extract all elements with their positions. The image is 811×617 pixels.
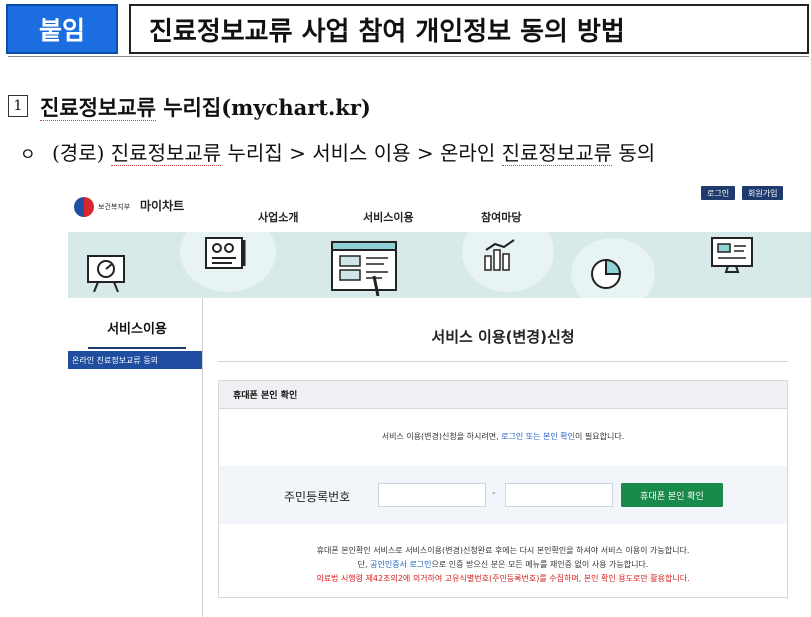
foot2-cert-login-link[interactable]: 공인인증서 로그인 [370,560,431,569]
sidebar-title: 서비스이용 [88,318,186,349]
emblem-icon [74,197,94,217]
login-button[interactable]: 로그인 [701,186,736,200]
notice-pre: 서비스 이용(변경)신청을 하시려면, [381,432,502,441]
phone-verify-button[interactable]: 휴대폰 본인 확인 [621,483,723,507]
footer-note-2: 단, 공인인증서 로그인으로 인증 받으신 분은 모든 메뉴를 재인증 없이 사… [219,559,787,570]
ministry-label: 보건복지부 [98,203,131,211]
resident-number-dash: - [492,488,496,499]
route-prefix: (경로) [52,141,111,165]
document-icon [205,237,246,269]
route-part2: 누리집 > 서비스 이용 > 온라인 [221,141,502,165]
site-logo[interactable]: 마이차트 [140,197,184,214]
browser-window-icon [331,241,397,296]
section-title-underlined: 진료정보교류 [40,95,156,121]
login-notice: 서비스 이용(변경)신청을 하시려면, 로그인 또는 본인 확인이 필요합니다. [219,431,787,442]
footer-note-1: 휴대폰 본인확인 서비스로 서비스이용(변경)신청완료 후에는 다시 본인확인을… [316,546,690,555]
pie-chart-icon [591,258,622,289]
nav-business[interactable]: 사업소개 [258,209,298,225]
foot2-post: 으로 인증 받으신 분은 모든 메뉴를 재인증 없이 사용 가능합니다. [431,560,649,569]
route-text: (경로) 진료정보교류 누리집 > 서비스 이용 > 온라인 진료정보교류 동의 [52,137,655,166]
bar-chart-icon [484,239,515,271]
page-title-divider [218,361,788,362]
resident-number-back-input[interactable] [505,483,613,507]
route-part3: 진료정보교류 [501,141,612,166]
nav-community[interactable]: 참여마당 [481,209,521,225]
foot2-pre: 단, [357,560,371,569]
section-title: 진료정보교류 누리집(mychart.kr) [40,92,371,122]
resident-number-front-input[interactable] [378,483,486,507]
panel-heading: 휴대폰 본인 확인 [219,381,787,409]
route-bullet: ㅇ [20,145,36,165]
footer-legal-note: 의료법 시행령 제42조의2에 의거하여 고유식별번호(주민등록번호)를 수집하… [316,574,690,583]
route-part1: 진료정보교류 [110,141,222,166]
notice-login-link[interactable]: 로그인 또는 본인 확인 [501,432,575,441]
nav-service[interactable]: 서비스이용 [363,209,414,225]
hero-banner [68,232,811,298]
document-title: 진료정보교류 사업 참여 개인정보 동의 방법 [129,4,809,54]
page-title: 서비스 이용(변경)신청 [431,328,575,346]
sidebar-divider [202,298,203,617]
presentation-icon [87,255,125,292]
section-title-rest: 누리집(mychart.kr) [155,95,371,120]
section-number: 1 [8,95,28,117]
signup-button[interactable]: 회원가입 [742,186,784,200]
monitor-icon [711,237,753,273]
route-part4: 동의 [612,141,656,165]
title-divider [8,56,809,57]
attachment-badge: 붙임 [6,4,118,54]
resident-number-label: 주민등록번호 [284,490,351,504]
notice-post: 이 필요합니다. [575,432,625,441]
website-screenshot: 보건복지부 마이차트 사업소개 서비스이용 참여마당 로그인 회원가입 서비스이… [68,180,811,617]
sidebar-item-online-consent[interactable]: 온라인 진료정보교류 동의 [68,351,202,369]
